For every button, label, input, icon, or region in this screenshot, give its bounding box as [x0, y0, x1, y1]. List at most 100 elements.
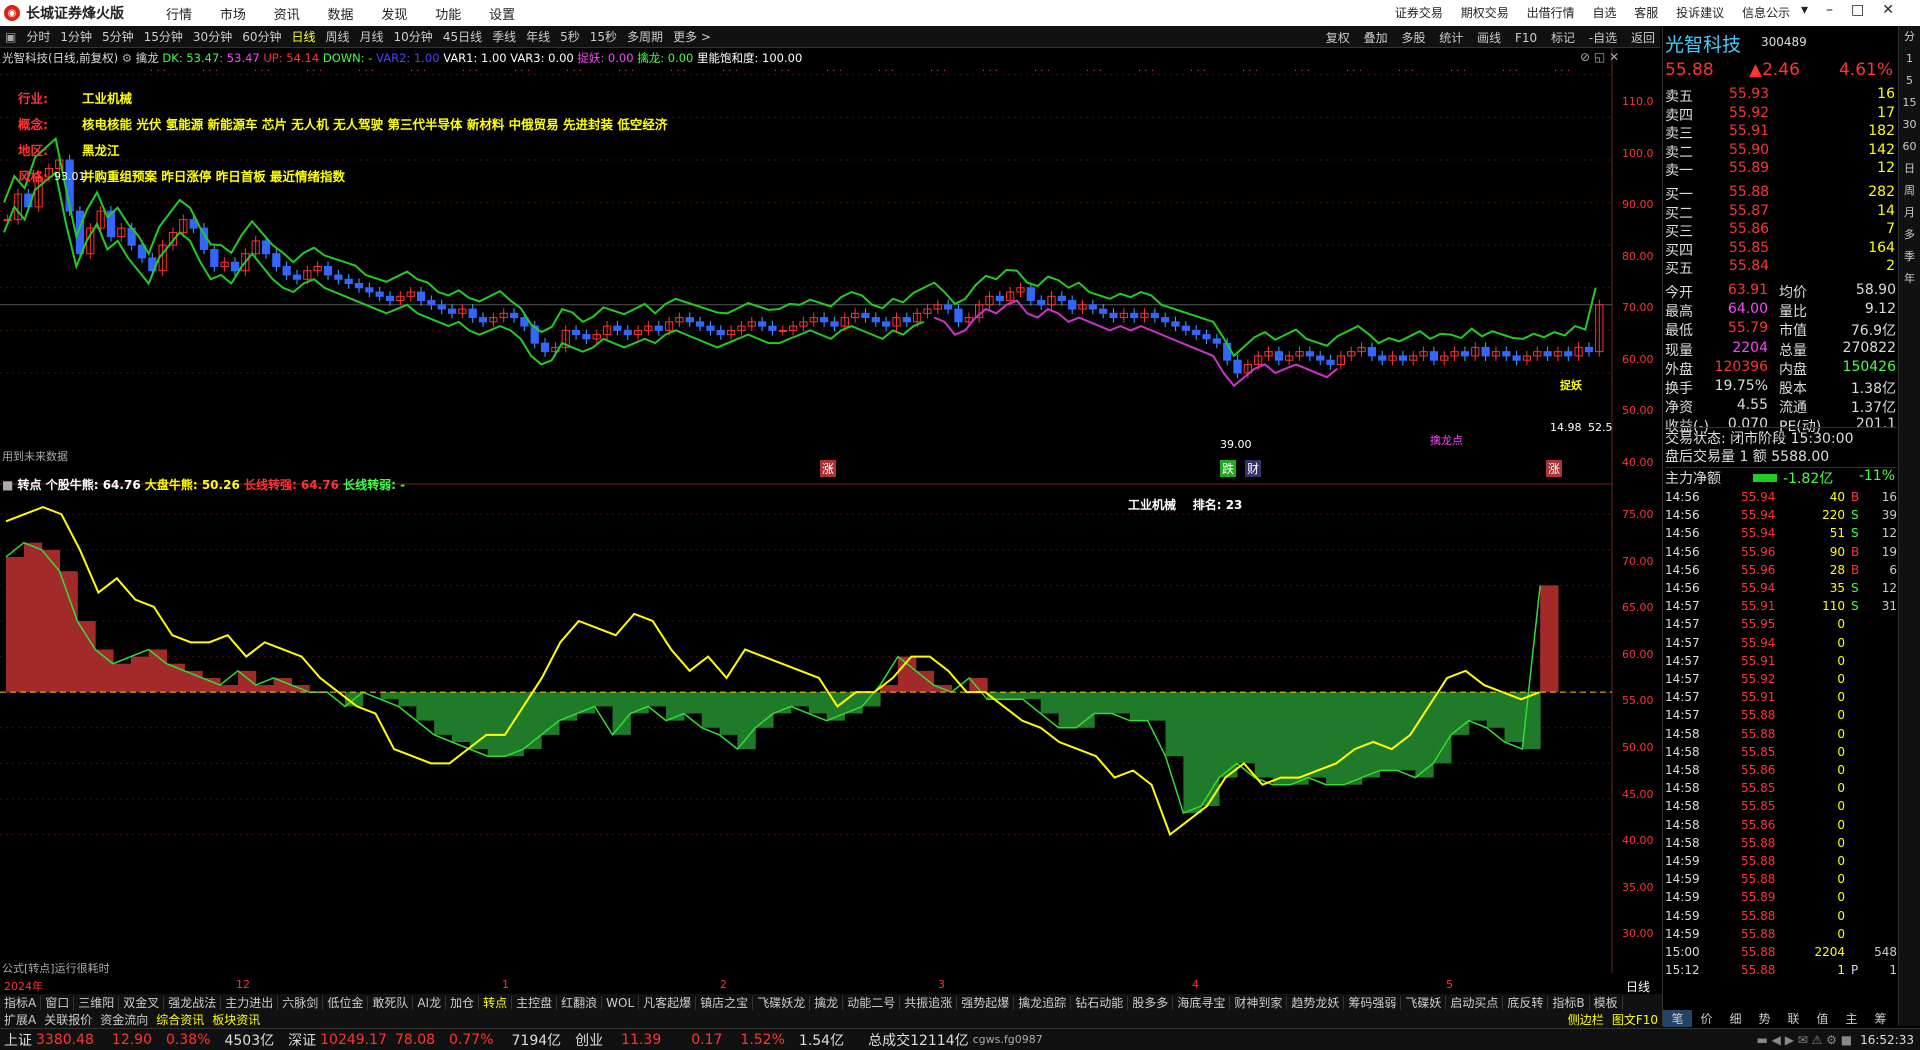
rail-period[interactable]: 1	[1899, 48, 1920, 70]
period-more[interactable]: 更多 >	[673, 28, 711, 45]
menu-zixun[interactable]: 资讯	[274, 8, 300, 23]
period-multi[interactable]: 多周期	[627, 28, 663, 45]
indicator-tab[interactable]: 共振追涨	[900, 996, 958, 1010]
tool-stats[interactable]: 统计	[1439, 31, 1463, 45]
close-panel-icon[interactable]: ✕	[1609, 50, 1619, 64]
period-1m[interactable]: 1分钟	[60, 28, 92, 45]
extension-tab[interactable]: 板块资讯	[208, 1013, 264, 1027]
rail-period[interactable]: 60	[1899, 136, 1920, 158]
period-15m[interactable]: 15分钟	[144, 28, 183, 45]
indicator-tab[interactable]: 启动买点	[1446, 996, 1504, 1010]
rail-period[interactable]: 15	[1899, 92, 1920, 114]
indicator-tab[interactable]: 转点	[479, 996, 513, 1010]
tool-adjust[interactable]: 复权	[1326, 31, 1350, 45]
period-quarter[interactable]: 季线	[492, 28, 516, 45]
indicator-tab[interactable]: 擒龙	[810, 996, 844, 1010]
indicator-tab[interactable]: 窗口	[41, 996, 75, 1010]
indicator-tab[interactable]: 红翻浪	[557, 996, 603, 1010]
period-5s[interactable]: 5秒	[560, 28, 580, 45]
period-year[interactable]: 年线	[526, 28, 550, 45]
period-30m[interactable]: 30分钟	[193, 28, 232, 45]
indicator-tab[interactable]: 敢死队	[368, 996, 414, 1010]
menu-service[interactable]: 客服	[1634, 6, 1658, 20]
indicator-tab[interactable]: 擒龙追踪	[1014, 996, 1072, 1010]
close-icon[interactable]: ✕	[1882, 2, 1912, 18]
period-60m[interactable]: 60分钟	[242, 28, 281, 45]
indicator-tab[interactable]: 指标A	[0, 996, 42, 1010]
rail-period[interactable]: 年	[1899, 268, 1920, 290]
indicator-tab[interactable]: 六脉剑	[278, 996, 324, 1010]
side-tab[interactable]: 联	[1779, 1010, 1808, 1027]
indicator-tab[interactable]: 镇店之宝	[696, 996, 754, 1010]
period-5m[interactable]: 5分钟	[102, 28, 134, 45]
tool-remove-watch[interactable]: -自选	[1589, 31, 1617, 45]
gear-icon[interactable]: ⚙	[122, 51, 132, 65]
side-tab[interactable]: 细	[1721, 1010, 1750, 1027]
extension-tab[interactable]: 关联报价	[40, 1013, 96, 1027]
back-icon[interactable]: ▣	[5, 30, 16, 44]
tool-back[interactable]: 返回	[1631, 31, 1655, 45]
sh-label[interactable]: 上证	[4, 1030, 32, 1050]
period-weekly[interactable]: 周线	[326, 28, 350, 45]
period-fenshi[interactable]: 分时	[26, 28, 50, 45]
extension-tab[interactable]: 侧边栏	[1564, 1011, 1608, 1028]
rail-period[interactable]: 月	[1899, 202, 1920, 224]
indicator-tab[interactable]: 股多多	[1128, 996, 1174, 1010]
indicator-tab[interactable]: 模板	[1589, 996, 1623, 1010]
period-daily[interactable]: 日线	[291, 28, 315, 45]
menu-lend[interactable]: 出借行情	[1527, 6, 1575, 20]
indicator-tab[interactable]: 财神到家	[1230, 996, 1288, 1010]
tool-overlay[interactable]: 叠加	[1364, 31, 1388, 45]
side-tab[interactable]: 笔	[1663, 1010, 1692, 1027]
cy-label[interactable]: 创业	[575, 1030, 603, 1050]
maximize-icon[interactable]: □	[1851, 2, 1882, 18]
period-monthly[interactable]: 月线	[360, 28, 384, 45]
indicator-tab[interactable]: 三维阳	[74, 996, 120, 1010]
indicator-tab[interactable]: 主控盘	[512, 996, 558, 1010]
indicator-tab[interactable]: 强势起爆	[957, 996, 1015, 1010]
period-45d[interactable]: 45日线	[443, 28, 482, 45]
sz-label[interactable]: 深证	[288, 1030, 316, 1050]
side-tab[interactable]: 值	[1808, 1010, 1837, 1027]
indicator-tab[interactable]: 强龙战法	[164, 996, 222, 1010]
indicator-tab[interactable]: 指标B	[1548, 996, 1590, 1010]
rail-period[interactable]: 分	[1899, 26, 1920, 48]
indicator-tab[interactable]: 飞碟妖	[1401, 996, 1447, 1010]
extension-tab[interactable]: 资金流向	[96, 1013, 152, 1027]
tool-draw[interactable]: 画线	[1477, 31, 1501, 45]
side-tab[interactable]: 势	[1750, 1010, 1779, 1027]
restore-icon[interactable]: ◱	[1594, 50, 1605, 64]
rail-period[interactable]: 5	[1899, 70, 1920, 92]
indicator-tab[interactable]: 飞碟妖龙	[753, 996, 811, 1010]
menu-gongneng[interactable]: 功能	[435, 8, 461, 23]
menu-shezhi[interactable]: 设置	[489, 8, 515, 23]
indicator-tab[interactable]: 海底寻宝	[1173, 996, 1231, 1010]
indicator-tab[interactable]: AI龙	[413, 996, 447, 1010]
menu-hangqing[interactable]: 行情	[166, 8, 192, 23]
rail-period[interactable]: 多	[1899, 224, 1920, 246]
tool-multi[interactable]: 多股	[1401, 31, 1425, 45]
indicator-tab[interactable]: 趋势龙妖	[1287, 996, 1345, 1010]
indicator-tab[interactable]: 加仓	[446, 996, 480, 1010]
dropdown-icon[interactable]: ▾	[1801, 2, 1826, 18]
rail-period[interactable]: 日	[1899, 158, 1920, 180]
period-10m[interactable]: 10分钟	[394, 28, 433, 45]
menu-trade[interactable]: 证券交易	[1395, 6, 1443, 20]
side-tab[interactable]: 筹	[1866, 1010, 1895, 1027]
extension-tab[interactable]: 综合资讯	[152, 1013, 208, 1027]
indicator-tab[interactable]: 主力进出	[221, 996, 279, 1010]
rail-period[interactable]: 季	[1899, 246, 1920, 268]
tool-mark[interactable]: 标记	[1551, 31, 1575, 45]
side-tab[interactable]: 价	[1692, 1010, 1721, 1027]
indicator-tab[interactable]: 动能二号	[843, 996, 901, 1010]
indicator-tab[interactable]: 筹码强弱	[1344, 996, 1402, 1010]
rail-period[interactable]: 30	[1899, 114, 1920, 136]
menu-disclosure[interactable]: 信息公示	[1742, 6, 1790, 20]
minimize-icon[interactable]: –	[1826, 2, 1851, 18]
indicator-tab[interactable]: 底反转	[1503, 996, 1549, 1010]
indicator-tab[interactable]: 钻石动能	[1071, 996, 1129, 1010]
side-tab[interactable]: 主	[1837, 1010, 1866, 1027]
extension-tab[interactable]: 扩展A	[0, 1013, 40, 1027]
rail-period[interactable]: 周	[1899, 180, 1920, 202]
menu-complaint[interactable]: 投诉建议	[1676, 6, 1724, 20]
